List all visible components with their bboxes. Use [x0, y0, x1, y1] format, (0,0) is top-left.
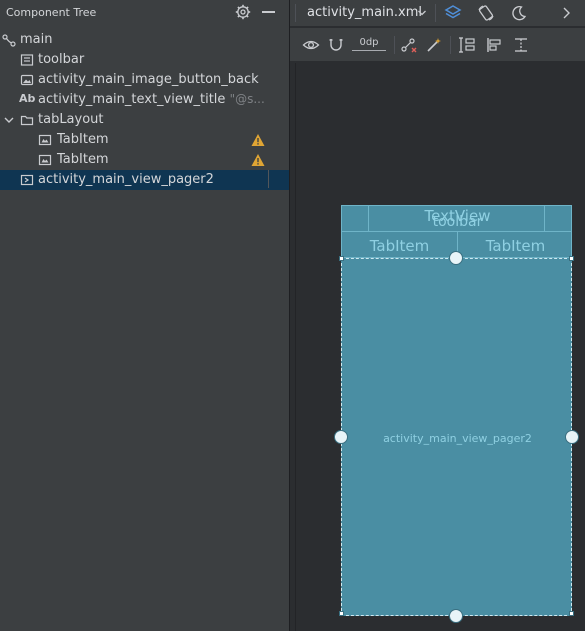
warning-icon[interactable] — [251, 153, 265, 167]
tree-item-label: main — [20, 32, 53, 47]
eye-icon[interactable] — [302, 36, 320, 54]
blueprint-toolbar-label: toolbar — [432, 214, 483, 230]
tree-item-tabitem[interactable]: TabItem — [0, 130, 289, 150]
resize-handle-top-left[interactable] — [339, 256, 344, 261]
textview-icon: Ab — [19, 92, 36, 105]
tree-item-image-button-back[interactable]: activity_main_image_button_back — [0, 70, 289, 90]
component-tree-title: Component Tree — [6, 6, 97, 19]
layers-icon[interactable] — [444, 4, 462, 22]
tree-divider — [268, 170, 269, 188]
tree-item-view-pager2[interactable]: activity_main_view_pager2 — [0, 170, 289, 190]
tree-item-tablayout[interactable]: tabLayout — [0, 110, 289, 130]
blueprint-view-pager[interactable]: activity_main_view_pager2 — [341, 258, 572, 616]
warning-icon[interactable] — [251, 133, 265, 147]
tree-item-label: activity_main_image_button_back — [38, 72, 259, 87]
blueprint-toolbar[interactable]: TextView toolbar — [341, 205, 572, 232]
tree-item-hint: "@s... — [229, 92, 265, 106]
tree-item-main[interactable]: main — [0, 30, 289, 50]
infer-constraints-icon[interactable] — [425, 36, 443, 54]
constraint-layout-icon — [2, 34, 16, 47]
pack-icon[interactable] — [458, 36, 476, 54]
tree-item-label: tabLayout — [38, 112, 104, 127]
minimize-icon[interactable] — [262, 11, 275, 13]
tree-item-tabitem[interactable]: TabItem — [0, 150, 289, 170]
chevron-right-icon[interactable] — [557, 4, 575, 22]
canvas-gutter — [290, 63, 296, 631]
tab-item-icon — [38, 154, 52, 166]
constraint-anchor-right[interactable] — [565, 430, 579, 444]
resize-handle-top-right[interactable] — [569, 256, 574, 261]
toolbar-separator — [295, 4, 296, 22]
file-selector[interactable]: activity_main.xml — [307, 5, 422, 23]
tree-item-toolbar[interactable]: toolbar — [0, 50, 289, 70]
chevron-down-icon[interactable] — [2, 113, 16, 127]
toolbar-separator — [394, 36, 395, 54]
tree-item-label: TabItem — [57, 132, 109, 147]
default-margin-selector[interactable]: 0dp — [352, 37, 386, 51]
folder-icon — [20, 115, 34, 126]
tree-item-label: activity_main_text_view_title "@s... — [38, 92, 265, 107]
toolbar-widget-icon — [20, 54, 34, 66]
design-toolbar: 0dp — [290, 28, 585, 62]
rotate-device-icon[interactable] — [477, 4, 495, 22]
guidelines-icon[interactable] — [512, 36, 530, 54]
view-pager-icon — [20, 174, 34, 186]
align-icon[interactable] — [485, 36, 503, 54]
constraint-anchor-left[interactable] — [334, 430, 348, 444]
gear-icon[interactable] — [235, 4, 251, 20]
editor-toolbar: activity_main.xml — [290, 0, 585, 27]
tree-item-label: TabItem — [57, 152, 109, 167]
tree-item-label: activity_main_view_pager2 — [38, 172, 214, 187]
constraint-anchor-top[interactable] — [449, 251, 463, 265]
resize-handle-bottom-right[interactable] — [569, 611, 574, 616]
design-canvas[interactable]: TextView toolbar TabItem TabItem activit… — [290, 63, 585, 631]
toolbar-separator — [450, 36, 451, 54]
chevron-down-icon[interactable] — [417, 8, 427, 18]
constraint-anchor-bottom[interactable] — [449, 609, 463, 623]
blueprint-tab-1[interactable]: TabItem — [342, 237, 457, 255]
blueprint-view-pager-label: activity_main_view_pager2 — [383, 432, 532, 445]
image-button-icon — [20, 74, 34, 86]
design-panel: activity_main.xml 0dp TextView toolbar T… — [290, 0, 585, 631]
tree-item-text-view-title[interactable]: Ab activity_main_text_view_title "@s... — [0, 90, 289, 110]
magnet-icon[interactable] — [327, 36, 345, 54]
resize-handle-bottom-left[interactable] — [339, 611, 344, 616]
toolbar-separator — [435, 4, 436, 22]
component-tree-header: Component Tree — [0, 0, 289, 26]
blueprint-tab-2[interactable]: TabItem — [458, 237, 573, 255]
night-mode-icon[interactable] — [510, 4, 528, 22]
tree-item-label: toolbar — [38, 52, 85, 67]
clear-constraints-icon[interactable] — [400, 36, 418, 54]
tab-item-icon — [38, 134, 52, 146]
blueprint-device: TextView toolbar TabItem TabItem activit… — [334, 205, 579, 623]
component-tree-panel: Component Tree main toolbar activity_mai… — [0, 0, 289, 631]
